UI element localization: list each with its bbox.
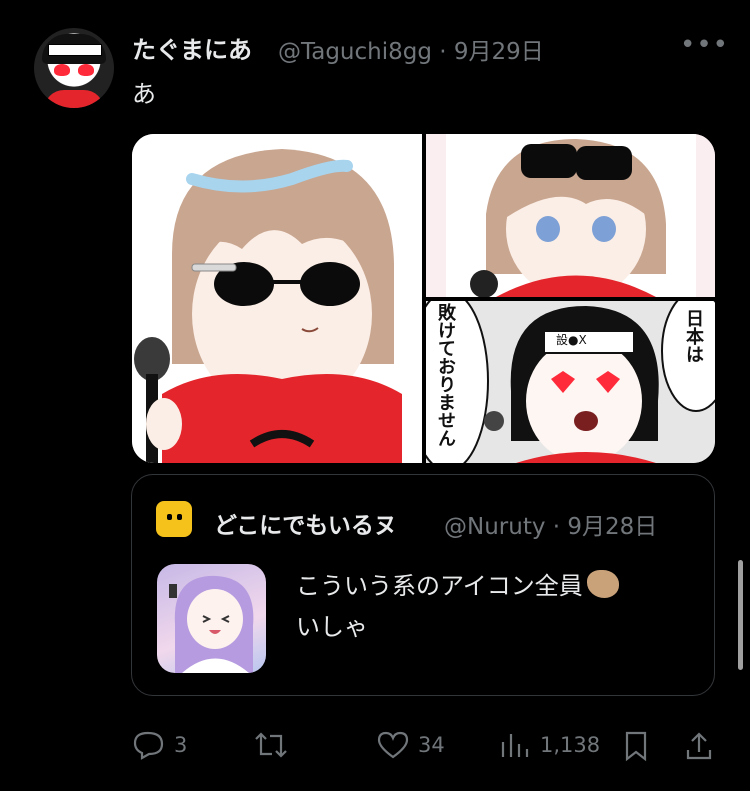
manga-text-left: 敗けておりません — [435, 303, 456, 447]
views-button[interactable]: 1,138 — [498, 730, 600, 760]
author-avatar[interactable] — [34, 28, 114, 108]
quoted-author-avatar[interactable] — [156, 501, 192, 537]
quoted-tweet-text-line2: いしゃ — [296, 613, 368, 641]
media-image-1[interactable] — [132, 134, 422, 463]
more-dots-icon[interactable]: ••• — [680, 30, 729, 60]
headband-text: 設●X — [556, 333, 587, 347]
author-handle-time[interactable]: @Taguchi8gg · 9月29日 — [278, 32, 544, 66]
reply-icon — [133, 731, 164, 760]
share-button[interactable] — [684, 730, 714, 762]
bookmark-button[interactable] — [622, 730, 650, 762]
like-button[interactable]: 34 — [376, 730, 445, 760]
media-image-2[interactable] — [426, 134, 715, 297]
retweet-icon — [255, 732, 287, 758]
tanuki-emoji-icon — [586, 570, 619, 598]
like-count: 34 — [418, 733, 445, 757]
quoted-tweet-text-line1: こういう系のアイコン全員 — [296, 566, 619, 601]
media-image-3[interactable]: 日本は 敗けておりません 設●X — [426, 301, 715, 463]
views-chart-icon — [501, 734, 529, 757]
quoted-media-thumbnail[interactable] — [157, 564, 266, 673]
media-grid[interactable]: 日本は 敗けておりません 設●X — [132, 134, 715, 463]
retweet-button[interactable] — [252, 730, 298, 760]
views-count: 1,138 — [540, 733, 601, 757]
bookmark-icon — [625, 731, 647, 762]
tweet-text: あ — [132, 80, 156, 108]
author-name[interactable]: たぐまにあ — [132, 30, 252, 65]
share-icon — [686, 732, 712, 760]
quoted-author-handle-time[interactable]: @Nuruty · 9月28日 — [444, 507, 657, 541]
reply-button[interactable]: 3 — [132, 730, 187, 760]
heart-icon — [377, 731, 409, 759]
scrollbar[interactable] — [738, 560, 743, 670]
reply-count: 3 — [174, 733, 188, 757]
quoted-author-name[interactable]: どこにでもいるヌ — [214, 506, 397, 540]
manga-text-right: 日本は — [683, 309, 704, 363]
